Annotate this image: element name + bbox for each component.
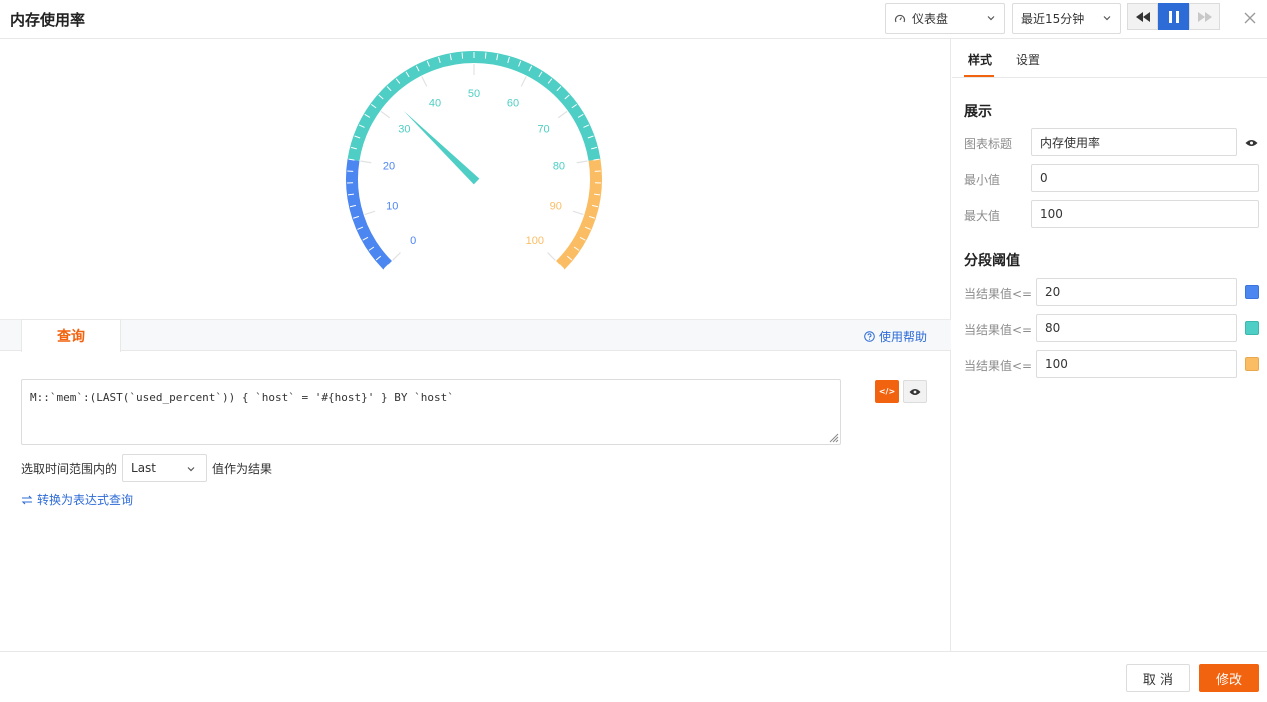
display-section-title: 展示 (964, 104, 992, 120)
threshold-input[interactable]: 100 (1036, 350, 1237, 378)
chart-title-value: 内存使用率 (1040, 135, 1101, 150)
threshold-value: 20 (1045, 285, 1061, 299)
threshold-value: 80 (1045, 321, 1061, 335)
fast-forward-button[interactable] (1189, 3, 1220, 30)
gauge-major-tick (547, 252, 556, 261)
threshold-input[interactable]: 80 (1036, 314, 1237, 342)
gauge-major-tick (572, 210, 584, 216)
rewind-button[interactable] (1127, 3, 1158, 30)
threshold-input[interactable]: 20 (1036, 278, 1237, 306)
pause-button[interactable] (1158, 3, 1189, 30)
eye-icon (909, 388, 921, 395)
gauge-major-tick (557, 110, 568, 119)
preview-toggle-button[interactable] (903, 380, 927, 403)
tab-style[interactable]: 样式 (968, 51, 992, 68)
gauge-major-tick (421, 76, 428, 87)
gauge-tick-label: 60 (507, 97, 519, 109)
gauge-minor-tick (461, 52, 464, 59)
gauge-tick-label: 50 (468, 88, 480, 100)
max-value-input[interactable]: 100 (1031, 200, 1259, 228)
range-suffix: 值作为结果 (212, 461, 273, 476)
aggregate-value: Last (131, 461, 157, 475)
gauge-major-tick (364, 210, 376, 216)
chart-title-label: 图表标题 (964, 137, 1013, 151)
gauge-chart: 0 10 20 30 40 50 60 70 80 90 100 (346, 51, 602, 270)
threshold-value: 100 (1045, 357, 1068, 371)
min-value-label: 最小值 (964, 173, 1001, 187)
threshold-label: 当结果值<= (964, 287, 1033, 301)
tab-settings[interactable]: 设置 (1016, 51, 1040, 68)
query-code-editor[interactable]: M::`mem`:(LAST(`used_percent`)) { `host`… (21, 379, 841, 445)
gauge-tick-label: 100 (526, 235, 544, 247)
help-link[interactable]: 使用帮助 (864, 328, 927, 345)
gauge-tick-label: 40 (429, 97, 441, 109)
close-icon[interactable] (1243, 11, 1257, 25)
pause-icon (1168, 10, 1179, 23)
time-range-label: 最近15分钟 (1021, 12, 1085, 26)
gauge-major-tick (392, 252, 401, 261)
chevron-down-icon (1103, 16, 1111, 21)
gauge-tick-label: 80 (553, 161, 565, 173)
chevron-down-icon (987, 16, 995, 21)
gauge-needle (403, 110, 480, 185)
gauge-tick-label: 0 (410, 235, 416, 247)
fast-forward-icon (1197, 11, 1212, 22)
settings-panel: 样式 设置 展示 图表标题 内存使用率 最小值 0 最大值 100 分段阈值 当… (952, 39, 1267, 651)
gauge-major-tick (576, 160, 588, 164)
threshold-color-swatch[interactable] (1245, 321, 1259, 335)
swap-icon (21, 495, 33, 504)
code-icon: </> (878, 387, 896, 396)
threshold-section-title: 分段阈值 (964, 253, 1020, 269)
threshold-color-swatch[interactable] (1245, 357, 1259, 371)
min-value-input[interactable]: 0 (1031, 164, 1259, 192)
question-circle-icon (864, 331, 875, 342)
range-prefix: 选取时间范围内的 (21, 461, 118, 476)
modal-footer: 取 消 修改 (0, 651, 1267, 702)
code-mode-button[interactable]: </> (875, 380, 899, 403)
chart-title-input[interactable]: 内存使用率 (1031, 128, 1237, 156)
aggregate-select[interactable]: Last (122, 454, 208, 482)
chevron-down-icon (187, 467, 195, 472)
playback-controls (1127, 3, 1220, 30)
modal-header: 内存使用率 仪表盘 最近15分钟 (0, 0, 1267, 39)
threshold-color-swatch[interactable] (1245, 285, 1259, 299)
cancel-button[interactable]: 取 消 (1126, 664, 1190, 692)
submit-button[interactable]: 修改 (1199, 664, 1259, 692)
gauge-major-tick (360, 160, 372, 164)
query-code-text: M::`mem`:(LAST(`used_percent`)) { `host`… (30, 391, 454, 404)
gauge-tick-label: 10 (386, 201, 398, 213)
gauge-tick-label: 20 (383, 161, 395, 173)
max-value-label: 最大值 (964, 209, 1001, 223)
gauge-major-tick (520, 76, 527, 87)
min-value: 0 (1040, 171, 1048, 185)
rewind-icon (1135, 11, 1150, 22)
gauge-tick-label: 70 (537, 123, 549, 135)
gauge-minor-tick (484, 52, 487, 59)
tab-query[interactable]: 查询 (21, 319, 121, 352)
chart-type-select[interactable]: 仪表盘 (885, 3, 1005, 34)
threshold-label: 当结果值<= (964, 359, 1033, 373)
query-tabbar: 查询 使用帮助 (0, 319, 951, 352)
chart-type-label: 仪表盘 (912, 12, 949, 26)
gauge-tick-label: 30 (398, 123, 410, 135)
modal-title: 内存使用率 (10, 11, 86, 29)
eye-icon[interactable] (1245, 139, 1258, 147)
chart-editor-area: 0 10 20 30 40 5060708090100 查询 使用帮助 M::`mem`:… (0, 39, 951, 651)
convert-label: 转换为表达式查询 (37, 493, 134, 507)
convert-to-expression-link[interactable]: 转换为表达式查询 (21, 491, 133, 508)
gauge-tick-label: 90 (550, 201, 562, 213)
threshold-label: 当结果值<= (964, 323, 1033, 337)
gauge-major-tick (380, 110, 391, 119)
active-tab-indicator (964, 75, 994, 77)
range-row: 选取时间范围内的 Last 值作为结果 (21, 454, 272, 482)
help-label: 使用帮助 (878, 330, 927, 344)
gauge-icon (894, 14, 906, 22)
panel-tabs: 样式 设置 (952, 39, 1267, 78)
time-range-select[interactable]: 最近15分钟 (1012, 3, 1121, 34)
resize-handle-icon[interactable] (827, 431, 839, 443)
max-value: 100 (1040, 207, 1063, 221)
